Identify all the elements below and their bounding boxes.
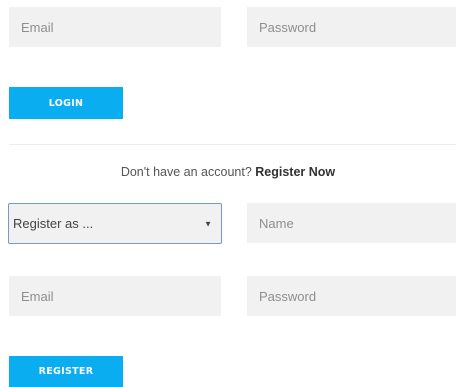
register-name-field[interactable]: Name <box>247 203 456 243</box>
login-email-field[interactable]: Email <box>9 7 221 47</box>
login-button[interactable]: LOGIN <box>9 87 123 119</box>
login-password-field[interactable]: Password <box>247 7 456 47</box>
register-name-placeholder: Name <box>259 215 294 231</box>
register-password-placeholder: Password <box>259 288 317 304</box>
register-email-field[interactable]: Email <box>9 276 221 316</box>
section-divider <box>9 144 456 145</box>
login-password-placeholder: Password <box>259 19 317 35</box>
register-now-link[interactable]: Register Now <box>255 165 335 179</box>
register-password-field[interactable]: Password <box>247 276 456 316</box>
register-role-select-value: Register as ... <box>13 216 94 231</box>
account-prompt: Don't have an account? Register Now <box>0 165 456 179</box>
account-prompt-text: Don't have an account? <box>120 165 252 179</box>
register-email-placeholder: Email <box>21 288 54 304</box>
login-email-placeholder: Email <box>21 19 54 35</box>
register-role-select[interactable]: Register as ... ▼ <box>8 203 222 244</box>
register-button[interactable]: REGISTER <box>9 356 123 387</box>
chevron-down-icon: ▼ <box>204 219 212 228</box>
